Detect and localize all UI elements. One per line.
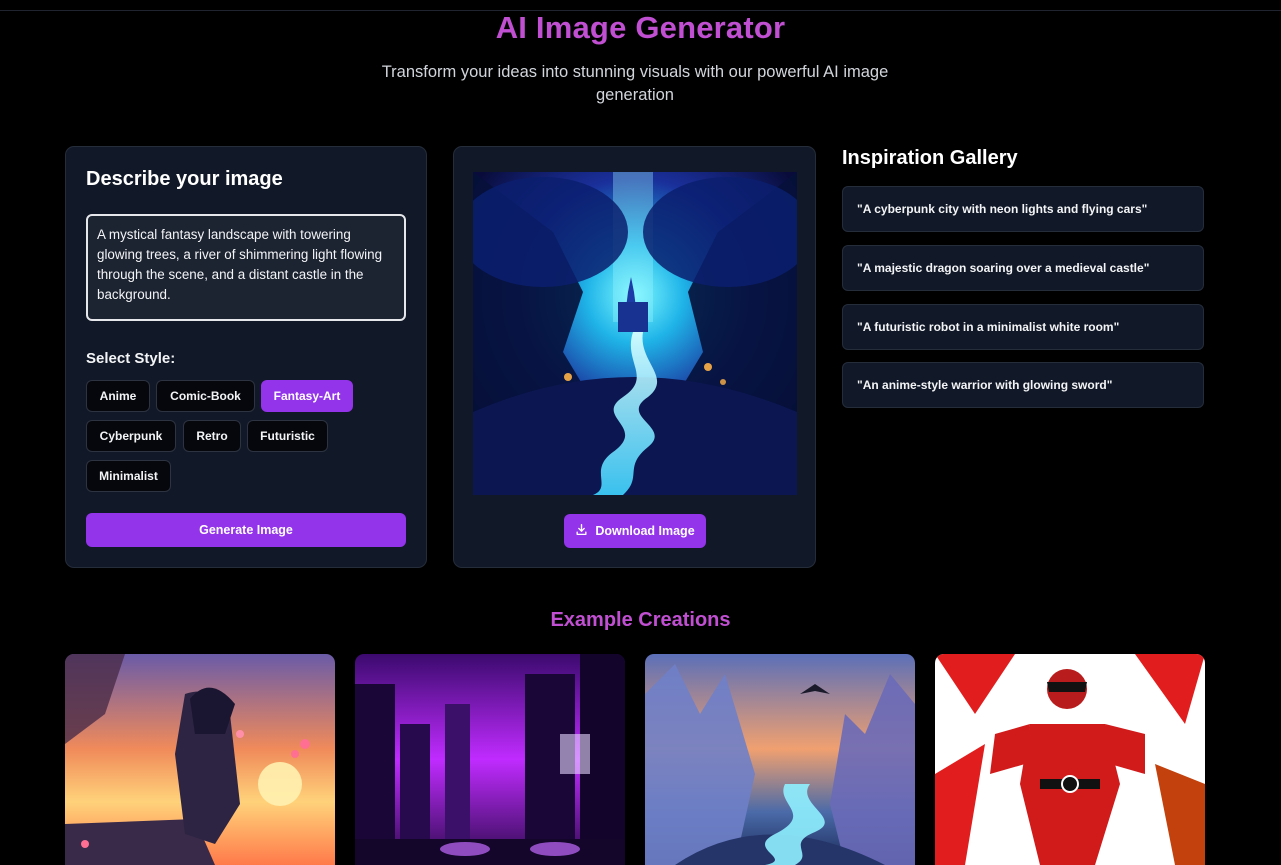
download-button[interactable]: Download Image bbox=[564, 514, 706, 548]
style-chip-cyberpunk[interactable]: Cyberpunk bbox=[86, 420, 176, 452]
download-label: Download Image bbox=[595, 524, 695, 538]
prompt-input[interactable] bbox=[86, 214, 406, 321]
page-title: AI Image Generator bbox=[495, 10, 786, 45]
style-chip-futuristic[interactable]: Futuristic bbox=[247, 420, 328, 452]
example-anime-image[interactable] bbox=[65, 654, 335, 865]
style-label: Select Style: bbox=[86, 350, 176, 367]
style-chip-fantasy-art[interactable]: Fantasy-Art bbox=[261, 380, 353, 412]
generated-image bbox=[473, 172, 797, 495]
style-chip-retro[interactable]: Retro bbox=[183, 420, 241, 452]
style-chip-minimalist[interactable]: Minimalist bbox=[86, 460, 171, 492]
preview-panel: Download Image bbox=[453, 146, 816, 568]
gallery-item[interactable]: "A majestic dragon soaring over a mediev… bbox=[842, 245, 1204, 291]
gallery-item[interactable]: "A cyberpunk city with neon lights and f… bbox=[842, 186, 1204, 232]
style-chip-comic-book[interactable]: Comic-Book bbox=[156, 380, 255, 412]
example-cyberpunk-image[interactable] bbox=[355, 654, 625, 865]
describe-panel: Describe your image Select Style: Anime … bbox=[65, 146, 427, 568]
example-comic-image[interactable] bbox=[935, 654, 1205, 865]
download-icon bbox=[575, 523, 588, 539]
page-subtitle: Transform your ideas into stunning visua… bbox=[381, 63, 889, 104]
gallery-title: Inspiration Gallery bbox=[842, 147, 1018, 169]
gallery-item[interactable]: "An anime-style warrior with glowing swo… bbox=[842, 362, 1204, 408]
examples-title: Example Creations bbox=[550, 609, 731, 631]
describe-heading: Describe your image bbox=[86, 168, 283, 190]
gallery-item[interactable]: "A futuristic robot in a minimalist whit… bbox=[842, 304, 1204, 350]
generate-button[interactable]: Generate Image bbox=[86, 513, 406, 547]
example-fantasy-image[interactable] bbox=[645, 654, 915, 865]
style-chip-anime[interactable]: Anime bbox=[86, 380, 150, 412]
